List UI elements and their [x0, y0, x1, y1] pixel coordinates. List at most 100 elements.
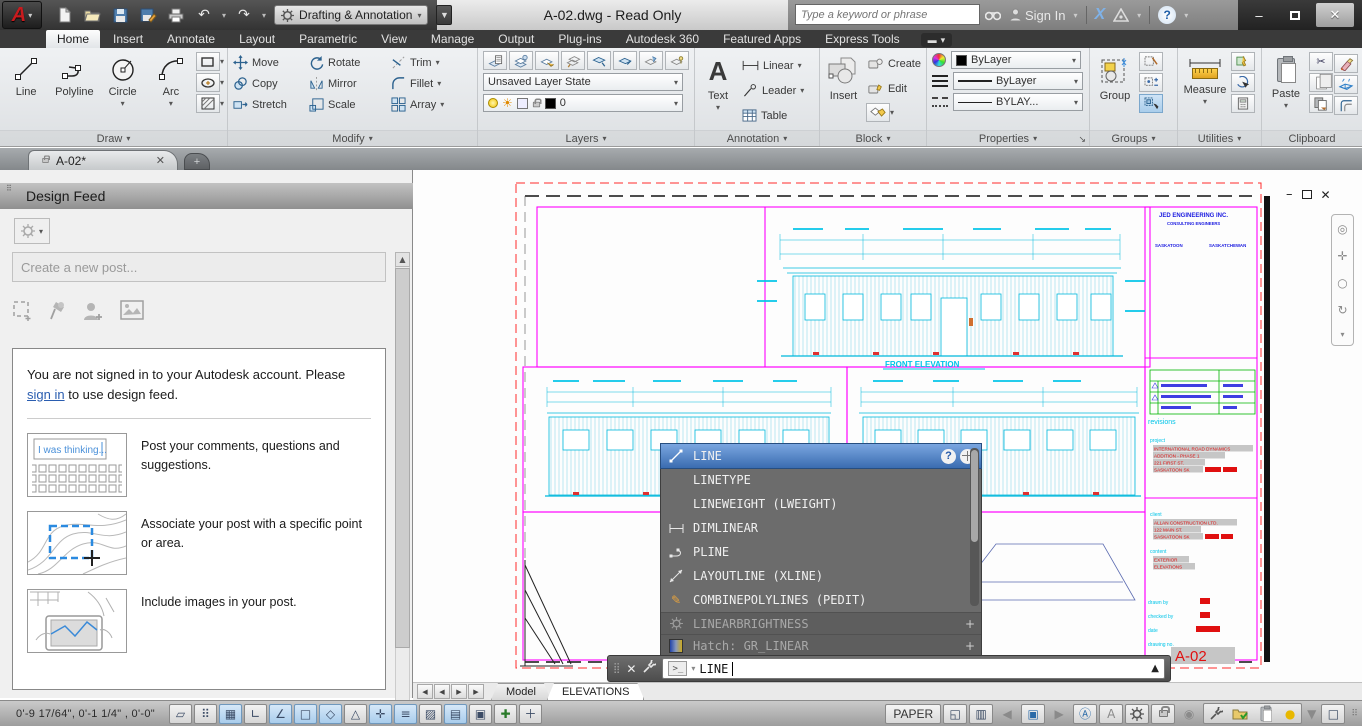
paste-dropdown-icon[interactable]: ▾ [1284, 101, 1288, 110]
circle-button[interactable]: Circle ▾ [100, 50, 146, 128]
3d-object-snap-toggle[interactable]: ◇ [319, 704, 342, 724]
group-edit-button[interactable] [1139, 73, 1163, 92]
popup-item-layoutline[interactable]: LAYOUTLINE (XLINE) [661, 564, 981, 588]
layer-combo[interactable]: ☀ 0 ▾ [483, 94, 683, 112]
redo-dropdown-icon[interactable]: ▾ [262, 11, 266, 20]
last-layout-button[interactable]: ▶ [468, 684, 484, 699]
tab-view[interactable]: View [370, 30, 418, 48]
tab-plugins[interactable]: Plug-ins [547, 30, 612, 48]
offset-button[interactable] [1334, 96, 1358, 115]
command-input[interactable]: >_ ▾ LINE ▲ [662, 658, 1165, 679]
grid-display-toggle[interactable]: ▦ [219, 704, 242, 724]
leader-dropdown-icon[interactable]: ▾ [800, 86, 804, 95]
layer-state-button[interactable] [509, 51, 533, 70]
new-drawing-tab-button[interactable]: + [184, 153, 210, 170]
paste-button[interactable]: Paste ▾ [1265, 50, 1307, 128]
associate-area-icon[interactable] [12, 300, 34, 322]
properties-dialog-launcher[interactable]: ↘ [1078, 135, 1086, 145]
signin-dropdown-icon[interactable]: ▾ [1073, 11, 1077, 20]
zoom-icon[interactable]: ○ [1337, 276, 1347, 290]
orbit-icon[interactable]: ↻ [1337, 303, 1347, 317]
line-button[interactable]: Line [3, 50, 49, 128]
quick-view-drawings-button[interactable]: ▥ [969, 704, 993, 724]
workspace-switcher[interactable]: Drafting & Annotation ▾ [274, 5, 428, 25]
signin-button[interactable]: Sign In [1009, 8, 1065, 23]
autodesk360-dropdown-icon[interactable]: ▾ [1137, 11, 1141, 20]
annotation-monitor-toggle[interactable]: ✚ [494, 704, 517, 724]
redo-icon[interactable]: ↷ [234, 6, 254, 24]
measure-button[interactable]: Measure ▾ [1181, 50, 1229, 128]
feed-scroll-up-icon[interactable]: ▲ [395, 252, 410, 267]
popup-item-pline[interactable]: PLINE [661, 540, 981, 564]
open-file-icon[interactable] [82, 6, 102, 24]
edit-attributes-button[interactable] [866, 103, 890, 122]
ellipse-dropdown-icon[interactable]: ▾ [220, 78, 224, 87]
popup-item-lineweight[interactable]: LINEWEIGHT (LWEIGHT) [661, 492, 981, 516]
maximize-viewport-button[interactable]: ▣ [1021, 704, 1045, 724]
dock-close-icon[interactable]: ✕ [626, 662, 636, 676]
panel-label-draw[interactable]: Draw▾ [0, 130, 227, 146]
popup-item-linearbrightness[interactable]: LINEARBRIGHTNESS+ [661, 612, 981, 634]
layer-prev-button[interactable] [665, 51, 689, 70]
panel-label-clipboard[interactable]: Clipboard [1262, 130, 1362, 146]
trim-button[interactable]: Trim▾ [389, 52, 463, 73]
tab-express-tools[interactable]: Express Tools [814, 30, 910, 48]
ortho-mode-toggle[interactable]: ∟ [244, 704, 267, 724]
expand-plus-icon[interactable]: + [965, 639, 975, 653]
create-block-button[interactable]: Create [866, 53, 923, 74]
annotation-visibility-button[interactable]: A [1099, 704, 1123, 724]
object-snap-toggle[interactable]: □ [294, 704, 317, 724]
arc-button[interactable]: Arc ▾ [148, 50, 194, 128]
ribbon-display-toggle[interactable]: ▬▾ [921, 33, 953, 47]
feed-scrollbar[interactable]: ▲ ▼ [395, 252, 410, 726]
tab-output[interactable]: Output [487, 30, 545, 48]
edit-attributes-dropdown-icon[interactable]: ▾ [890, 108, 894, 117]
text-button[interactable]: A Text ▾ [698, 50, 738, 128]
ellipse-tool-button[interactable] [196, 73, 220, 92]
insert-block-button[interactable]: Insert [823, 50, 864, 128]
group-button[interactable]: Group [1093, 50, 1137, 128]
layer-isolate-button[interactable] [561, 51, 585, 70]
hardware-acceleration-button[interactable]: ● [1281, 704, 1299, 724]
save-as-icon[interactable] [138, 6, 158, 24]
tab-model[interactable]: Model [491, 683, 551, 700]
erase-button[interactable] [1334, 54, 1358, 73]
recent-commands-icon[interactable]: ▾ [691, 664, 695, 673]
vp-close-icon[interactable]: ✕ [1321, 188, 1331, 202]
layer-on-off-button[interactable] [535, 51, 559, 70]
cut-button[interactable]: ✂ [1309, 52, 1333, 71]
layer-properties-button[interactable] [483, 51, 507, 70]
copy-button[interactable]: Copy [231, 73, 307, 94]
prev-layout-button[interactable]: ◀ [434, 684, 450, 699]
search-input[interactable] [796, 5, 979, 24]
calculator-button[interactable] [1231, 94, 1255, 113]
panel-label-modify[interactable]: Modify▾ [228, 130, 477, 146]
popup-item-combinepolylines[interactable]: ✎COMBINEPOLYLINES (PEDIT) [661, 588, 981, 612]
navbar-more-icon[interactable]: ▾ [1340, 330, 1344, 339]
ungroup-button[interactable] [1139, 52, 1163, 71]
search-binoculars-icon[interactable] [985, 9, 1001, 21]
rotate-button[interactable]: Rotate [307, 52, 389, 73]
panel-label-utilities[interactable]: Utilities▾ [1178, 130, 1261, 146]
pan-icon[interactable]: ✛ [1337, 249, 1347, 263]
popup-item-dimlinear[interactable]: DIMLINEAR [661, 516, 981, 540]
lineweight-display-toggle[interactable]: ≡ [394, 704, 417, 724]
dock-customize-icon[interactable] [642, 660, 656, 677]
tab-autodesk360[interactable]: Autodesk 360 [615, 30, 710, 48]
polyline-button[interactable]: Polyline [51, 50, 97, 128]
palette-grip[interactable]: ⠿ [6, 186, 12, 206]
panel-label-layers[interactable]: Layers▾ [478, 130, 694, 146]
paper-model-button[interactable]: PAPER [885, 704, 941, 724]
tab-parametric[interactable]: Parametric [288, 30, 368, 48]
undo-icon[interactable]: ↶ [194, 6, 214, 24]
text-dropdown-icon[interactable]: ▾ [716, 103, 720, 112]
dock-grip[interactable]: ⣿ [613, 663, 620, 674]
rectangle-tool-button[interactable] [196, 52, 220, 71]
popup-scroll-thumb[interactable] [971, 450, 978, 542]
next-layout-button[interactable]: ▶ [451, 684, 467, 699]
first-layout-button[interactable]: ◀ [417, 684, 433, 699]
drawing-recovery-button[interactable] [1229, 704, 1251, 724]
isolate-objects-toggle[interactable]: ＋ [519, 704, 542, 724]
object-color-combo[interactable]: ByLayer▾ [951, 51, 1081, 69]
tab-home[interactable]: Home [46, 30, 100, 48]
